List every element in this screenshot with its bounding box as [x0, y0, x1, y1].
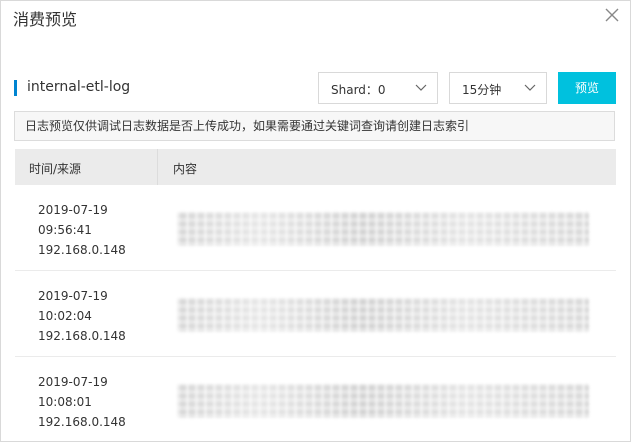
logstore-name: internal-etl-log: [27, 79, 131, 95]
table-row: 2019-07-19 10:08:01 192.168.0.148: [15, 357, 616, 441]
time-range-select[interactable]: 15分钟: [449, 72, 547, 104]
chevron-down-icon: [415, 84, 427, 91]
preview-button[interactable]: 预览: [558, 72, 616, 104]
redacted-log-content: [177, 384, 589, 418]
column-divider: [157, 149, 158, 185]
time-source-cell: 2019-07-19 10:02:04 192.168.0.148: [38, 286, 126, 346]
log-date: 2019-07-19: [38, 375, 108, 389]
table-row: 2019-07-19 10:02:04 192.168.0.148: [15, 271, 616, 357]
time-range-select-value: 15分钟: [462, 83, 502, 97]
redacted-log-content: [177, 298, 589, 332]
table-row: 2019-07-19 09:56:41 192.168.0.148: [15, 185, 616, 271]
time-source-cell: 2019-07-19 09:56:41 192.168.0.148: [38, 200, 126, 260]
preview-table: 时间/来源 内容 2019-07-19 09:56:41 192.168.0.1…: [15, 149, 616, 441]
log-time: 10:08:01: [38, 395, 92, 409]
log-source: 192.168.0.148: [38, 243, 126, 257]
shard-select[interactable]: Shard：0: [318, 72, 438, 104]
log-time: 09:56:41: [38, 223, 92, 237]
log-source: 192.168.0.148: [38, 415, 126, 429]
column-header-time-source: 时间/来源: [29, 162, 82, 176]
log-time: 10:02:04: [38, 309, 92, 323]
log-date: 2019-07-19: [38, 289, 108, 303]
log-date: 2019-07-19: [38, 203, 108, 217]
table-header: 时间/来源 内容: [15, 149, 616, 185]
column-header-content: 内容: [173, 162, 198, 176]
redacted-log-content: [177, 212, 589, 246]
close-icon[interactable]: [604, 7, 620, 23]
time-source-cell: 2019-07-19 10:08:01 192.168.0.148: [38, 372, 126, 432]
shard-select-value: Shard：0: [331, 83, 386, 97]
dialog-title: 消费预览: [13, 10, 78, 29]
preview-notice: 日志预览仅供调试日志数据是否上传成功，如果需要通过关键词查询请创建日志索引: [14, 111, 615, 141]
consume-preview-dialog: 消费预览 internal-etl-log Shard：0 15分钟 预览 日志…: [0, 0, 631, 442]
log-source: 192.168.0.148: [38, 329, 126, 343]
logstore-accent-bar: [14, 80, 17, 96]
chevron-down-icon: [524, 84, 536, 91]
dialog-header: 消费预览: [1, 1, 630, 35]
